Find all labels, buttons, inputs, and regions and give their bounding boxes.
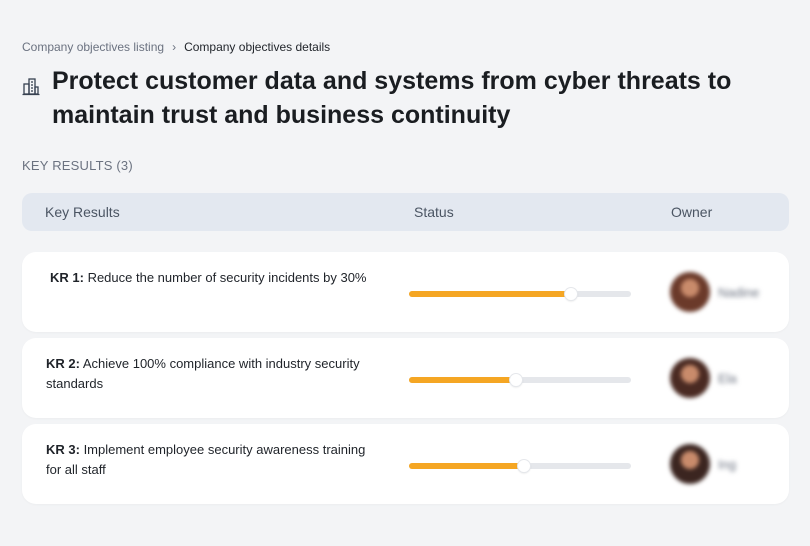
key-result-description: Implement employee security awareness tr… [46,442,366,477]
progress-knob[interactable] [518,460,531,472]
owner-name: Nadine [718,284,760,300]
key-result-text: KR 2: Achieve 100% compliance with indus… [46,354,376,394]
column-header-status: Status [414,204,454,220]
key-result-id: KR 1: [50,270,84,285]
owner-name: Ela [718,370,737,386]
key-results-count: KEY RESULTS (3) [22,158,133,173]
progress-knob[interactable] [565,288,578,300]
owner[interactable]: Ing [670,444,736,484]
breadcrumb: Company objectives listing › Company obj… [22,40,330,54]
owner[interactable]: Nadine [670,272,759,312]
progress-fill [409,291,572,297]
key-result-id: KR 3: [46,442,80,457]
objective-header: Protect customer data and systems from c… [22,64,792,132]
progress-fill [409,377,516,383]
avatar [670,444,710,484]
avatar [670,358,710,398]
status-progress-bar [409,460,631,472]
key-result-id: KR 2: [46,356,80,371]
building-icon [22,78,40,96]
key-result-row[interactable]: KR 2: Achieve 100% compliance with indus… [22,338,789,418]
progress-knob[interactable] [509,374,522,386]
table-header: Key Results Status Owner [22,193,789,231]
status-progress-bar [409,288,631,300]
key-result-row[interactable]: KR 1: Reduce the number of security inci… [22,252,789,332]
breadcrumb-link-objectives-listing[interactable]: Company objectives listing [22,40,164,54]
key-result-text: KR 1: Reduce the number of security inci… [50,268,380,288]
key-result-description: Reduce the number of security incidents … [83,270,367,285]
column-header-owner: Owner [671,204,713,220]
page-title: Protect customer data and systems from c… [52,67,732,129]
breadcrumb-separator-icon: › [172,40,177,54]
progress-fill [409,463,525,469]
owner[interactable]: Ela [670,358,737,398]
key-result-text: KR 3: Implement employee security awaren… [46,440,376,480]
status-progress-bar [409,374,631,386]
owner-name: Ing [718,456,737,472]
key-result-row[interactable]: KR 3: Implement employee security awaren… [22,424,789,504]
column-header-key-results: Key Results [45,204,120,220]
breadcrumb-current: Company objectives details [184,40,331,54]
avatar [670,272,710,312]
key-result-description: Achieve 100% compliance with industry se… [46,356,360,391]
